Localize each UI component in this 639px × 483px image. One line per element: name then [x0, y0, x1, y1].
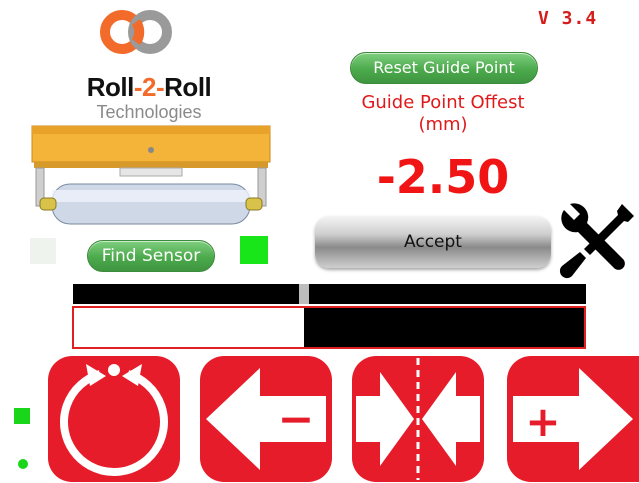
brand-name-part3: Roll — [164, 72, 212, 102]
center-arrows-icon — [356, 358, 480, 480]
offset-label: Guide Point Offest (mm) — [320, 92, 566, 136]
arrow-right-plus-icon: + — [513, 368, 633, 470]
status-indicator-square — [14, 408, 30, 424]
guide-position-bar — [73, 284, 586, 304]
brand-name: Roll-2-Roll — [58, 72, 240, 103]
web-guide-sensor-image — [31, 125, 271, 225]
brand-name-dash2: - — [155, 72, 165, 102]
brand-name-dash1: - — [133, 72, 143, 102]
offset-value: -2.50 — [376, 150, 510, 204]
move-left-button[interactable]: − — [200, 356, 332, 482]
guide-position-marker — [298, 284, 309, 304]
brand-subtitle: Technologies — [96, 102, 202, 122]
sensor-coverage-fill — [303, 308, 584, 347]
arrow-left-minus-icon: − — [206, 368, 326, 470]
accept-button[interactable]: Accept — [315, 216, 551, 268]
auto-mode-button[interactable] — [48, 356, 180, 482]
find-sensor-button[interactable]: Find Sensor — [87, 240, 215, 272]
offset-label-unit: (mm) — [418, 114, 468, 135]
settings-tools-icon[interactable] — [556, 200, 638, 282]
brand-name-part1: Roll — [86, 72, 135, 102]
reset-guide-point-button[interactable]: Reset Guide Point — [350, 52, 538, 84]
sensor-left-indicator — [30, 238, 56, 264]
plus-symbol: + — [525, 397, 560, 446]
move-right-button[interactable]: + — [507, 356, 639, 482]
offset-label-title: Guide Point Offest — [361, 92, 525, 113]
minus-symbol: − — [278, 394, 315, 445]
roll-2-roll-logo-icon — [100, 10, 172, 54]
brand-name-part2: 2 — [142, 72, 156, 102]
sensor-right-indicator — [240, 236, 268, 264]
center-guide-button[interactable] — [352, 356, 484, 482]
auto-center-icon — [60, 364, 168, 476]
version-label: V 3.4 — [538, 8, 598, 29]
sensor-coverage-bar — [72, 306, 586, 349]
status-indicator-dot — [18, 459, 28, 469]
